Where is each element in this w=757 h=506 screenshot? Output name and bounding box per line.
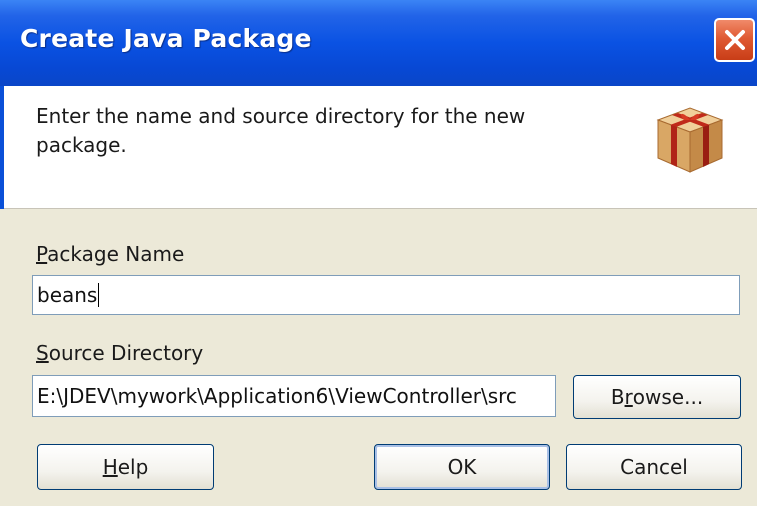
package-name-mnemonic: P bbox=[36, 242, 48, 266]
cancel-button[interactable]: Cancel bbox=[566, 444, 742, 490]
package-name-label-rest: ackage Name bbox=[47, 242, 185, 266]
source-directory-input[interactable]: E:\JDEV\mywork\Application6\ViewControll… bbox=[32, 375, 556, 417]
help-label-rest: elp bbox=[117, 455, 149, 479]
browse-label-pre: B bbox=[610, 385, 625, 409]
package-icon bbox=[656, 107, 724, 173]
ok-button[interactable]: OK bbox=[374, 444, 550, 490]
dialog-description: Enter the name and source directory for … bbox=[36, 104, 526, 157]
help-button[interactable]: Help bbox=[37, 444, 214, 490]
package-name-input[interactable]: beans bbox=[32, 275, 740, 315]
text-caret bbox=[98, 283, 100, 307]
package-name-label: Package Name bbox=[36, 242, 184, 266]
browse-mnemonic: r bbox=[624, 385, 633, 409]
title-bar[interactable]: Create Java Package bbox=[0, 0, 757, 86]
browse-button[interactable]: Br owse... bbox=[573, 375, 741, 419]
source-directory-value: E:\JDEV\mywork\Application6\ViewControll… bbox=[37, 384, 517, 408]
window-title: Create Java Package bbox=[20, 24, 312, 53]
close-button[interactable] bbox=[714, 18, 755, 62]
source-directory-mnemonic: S bbox=[36, 341, 49, 365]
help-mnemonic: H bbox=[102, 455, 118, 479]
close-icon bbox=[724, 30, 745, 50]
source-directory-label: Source Directory bbox=[36, 341, 203, 365]
package-name-value: beans bbox=[37, 283, 98, 307]
browse-label-post: owse... bbox=[632, 385, 704, 409]
source-directory-label-rest: ource Directory bbox=[48, 341, 204, 365]
